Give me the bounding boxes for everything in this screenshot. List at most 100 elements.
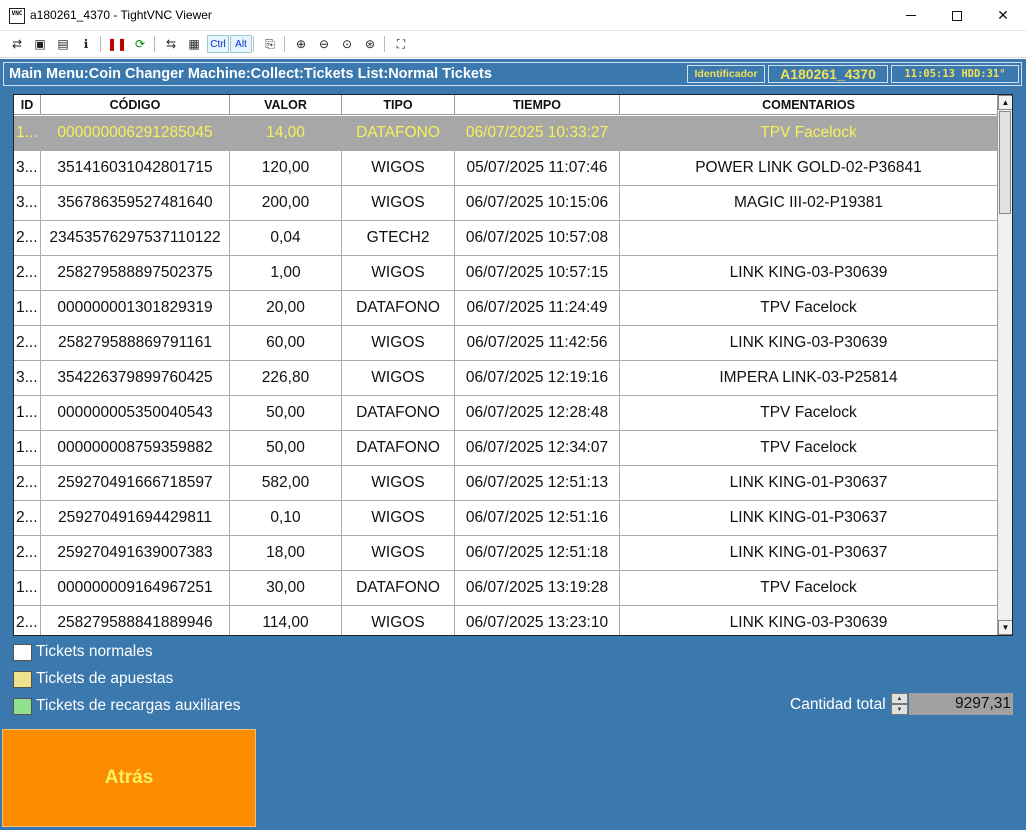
window-titlebar: VNC a180261_4370 - TightVNC Viewer ✕ <box>0 0 1026 31</box>
toolbar-separator <box>154 36 155 52</box>
window-title: a180261_4370 - TightVNC Viewer <box>30 8 212 22</box>
clipboard-icon[interactable]: ⎘ <box>261 35 279 53</box>
save-icon[interactable]: ▣ <box>31 35 49 53</box>
cell-tipo: DATAFONO <box>342 116 455 150</box>
cell-id: 3... <box>14 361 41 395</box>
table-row[interactable]: 2... 259270491694429811 0,10 WIGOS 06/07/202… <box>14 501 997 536</box>
table-row[interactable]: 3... 351416031042801715 120,00 WIGOS 05/07/2… <box>14 151 997 186</box>
breadcrumb: Main Menu:Coin Changer Machine:Collect:T… <box>9 66 492 82</box>
table-row[interactable]: 2... 258279588897502375 1,00 WIGOS 06/07/202… <box>14 256 997 291</box>
tickets-table: ID CÓDIGO VALOR TIPO TIEMPO COMENTARIOS … <box>13 94 1013 636</box>
refresh-icon[interactable]: ⟳ <box>131 35 149 53</box>
cell-id: 2... <box>14 536 41 570</box>
close-button[interactable]: ✕ <box>980 0 1026 31</box>
header-bar: Main Menu:Coin Changer Machine:Collect:T… <box>3 62 1022 86</box>
cell-comentarios: LINK KING-03-P30639 <box>729 264 888 281</box>
cell-tipo: WIGOS <box>342 501 455 535</box>
maximize-button[interactable] <box>934 0 980 31</box>
alt-key[interactable]: Alt <box>230 35 252 53</box>
toolbar-separator <box>384 36 385 52</box>
table-row[interactable]: 1... 000000006291285045 14,00 DATAFONO 06/07… <box>14 116 997 151</box>
cell-comentarios: TPV Facelock <box>760 404 857 421</box>
table-row[interactable]: 2... 258279588869791161 60,00 WIGOS 06/07/20… <box>14 326 997 361</box>
table-row[interactable]: 1... 000000008759359882 50,00 DATAFONO 06/07… <box>14 431 997 466</box>
cell-tipo: WIGOS <box>342 536 455 570</box>
cell-codigo: 259270491639007383 <box>41 536 230 570</box>
cell-tipo: WIGOS <box>342 256 455 290</box>
new-connection-icon[interactable]: ⇄ <box>8 35 26 53</box>
scroll-thumb[interactable] <box>999 111 1011 214</box>
transfer-icon[interactable]: ⇆ <box>162 35 180 53</box>
cell-codigo: 258279588841889946 <box>41 606 230 635</box>
legend-recharge-tickets: Tickets de recargas auxiliares <box>13 696 240 716</box>
column-header-tipo[interactable]: TIPO <box>342 95 455 115</box>
close-icon: ✕ <box>997 7 1009 23</box>
column-header-tiempo[interactable]: TIEMPO <box>455 95 620 115</box>
cell-tipo: DATAFONO <box>342 396 455 430</box>
cell-tipo: DATAFONO <box>342 431 455 465</box>
table-row[interactable]: 2... 259270491639007383 18,00 WIGOS 06/07/20… <box>14 536 997 571</box>
cell-codigo: 000000006291285045 <box>41 116 230 150</box>
cell-comentarios <box>620 221 997 255</box>
column-header-codigo[interactable]: CÓDIGO <box>41 95 230 115</box>
options-icon[interactable]: ▤ <box>54 35 72 53</box>
vnc-toolbar: ⇄ ▣ ▤ ℹ ❚❚ ⟳ ⇆ ▦ Ctrl Alt ⎘ ⊕ ⊖ ⊙ ⊛ ⛶ <box>0 31 1026 58</box>
scroll-down-button[interactable]: ▼ <box>998 620 1012 635</box>
column-header-id[interactable]: ID <box>14 95 41 115</box>
spin-down-button[interactable]: ▼ <box>891 704 908 715</box>
scroll-up-button[interactable]: ▲ <box>998 95 1012 110</box>
cell-codigo: 000000001301829319 <box>41 291 230 325</box>
cell-tipo: DATAFONO <box>342 571 455 605</box>
table-row[interactable]: 1... 000000005350040543 50,00 DATAFONO 06/07… <box>14 396 997 431</box>
zoom-auto-icon[interactable]: ⊛ <box>361 35 379 53</box>
cell-comentarios: LINK KING-01-P30637 <box>729 544 888 561</box>
cell-tiempo: 06/07/2025 12:34:07 <box>455 431 620 465</box>
arrow-up-icon: ▲ <box>1001 98 1010 107</box>
legend-label: Tickets normales <box>36 643 153 660</box>
total-value: 9297,31 <box>909 693 1013 715</box>
zoom-out-icon[interactable]: ⊖ <box>315 35 333 53</box>
identifier-label: Identificador <box>687 65 765 83</box>
cell-codigo: 351416031042801715 <box>41 151 230 185</box>
table-row[interactable]: 3... 356786359527481640 200,00 WIGOS 06/07/2… <box>14 186 997 221</box>
column-header-comentarios[interactable]: COMENTARIOS <box>620 95 997 115</box>
pause-icon[interactable]: ❚❚ <box>107 35 127 53</box>
table-row[interactable]: 2... 259270491666718597 582,00 WIGOS 06/07/2… <box>14 466 997 501</box>
ctrl-key[interactable]: Ctrl <box>207 35 229 53</box>
back-button[interactable]: Atrás <box>2 729 256 827</box>
cell-comentarios: POWER LINK GOLD-02-P36841 <box>695 159 922 176</box>
cell-codigo: 354226379899760425 <box>41 361 230 395</box>
table-row[interactable]: 1... 000000009164967251 30,00 DATAFONO 06/07… <box>14 571 997 606</box>
cell-id: 1... <box>14 571 41 605</box>
tightvnc-app-icon: VNC <box>9 8 25 24</box>
zoom-in-icon[interactable]: ⊕ <box>292 35 310 53</box>
cell-comentarios: MAGIC III-02-P19381 <box>733 194 884 211</box>
remote-desktop: Main Menu:Coin Changer Machine:Collect:T… <box>0 59 1026 830</box>
cell-tipo: WIGOS <box>342 186 455 220</box>
zoom-100-icon[interactable]: ⊙ <box>338 35 356 53</box>
legend-label: Tickets de apuestas <box>36 670 174 687</box>
cell-tiempo: 06/07/2025 13:23:10 <box>455 606 620 635</box>
total-spinner[interactable]: ▲ ▼ <box>891 693 908 715</box>
cell-tipo: GTECH2 <box>342 221 455 255</box>
column-header-valor[interactable]: VALOR <box>230 95 342 115</box>
table-row[interactable]: 2... 234535762975371101​22 0,04 GTECH2 06/07… <box>14 221 997 256</box>
fullscreen-icon[interactable]: ⛶ <box>392 35 410 53</box>
cell-codigo: 258279588897502375 <box>41 256 230 290</box>
total-label: Cantidad total <box>790 696 886 713</box>
table-scrollbar[interactable]: ▲ ▼ <box>997 95 1012 635</box>
table-row[interactable]: 2... 258279588841889946 114,00 WIGOS 06/07/2… <box>14 606 997 635</box>
toolbar-separator <box>284 36 285 52</box>
cell-codigo: 000000005350040543 <box>41 396 230 430</box>
connection-info-icon[interactable]: ℹ <box>77 35 95 53</box>
cell-codigo: 000000008759359882 <box>41 431 230 465</box>
minimize-button[interactable] <box>888 0 934 31</box>
cell-codigo: 259270491694429811 <box>41 501 230 535</box>
cell-tiempo: 06/07/2025 13:19:28 <box>455 571 620 605</box>
table-row[interactable]: 3... 354226379899760425 226,80 WIGOS 06/07/2… <box>14 361 997 396</box>
cell-codigo: 356786359527481640 <box>41 186 230 220</box>
spin-up-button[interactable]: ▲ <box>891 693 908 704</box>
table-row[interactable]: 1... 000000001301829319 20,00 DATAFONO 06/07… <box>14 291 997 326</box>
file-transfer-icon[interactable]: ▦ <box>185 35 203 53</box>
arrow-down-icon: ▼ <box>1001 623 1010 632</box>
